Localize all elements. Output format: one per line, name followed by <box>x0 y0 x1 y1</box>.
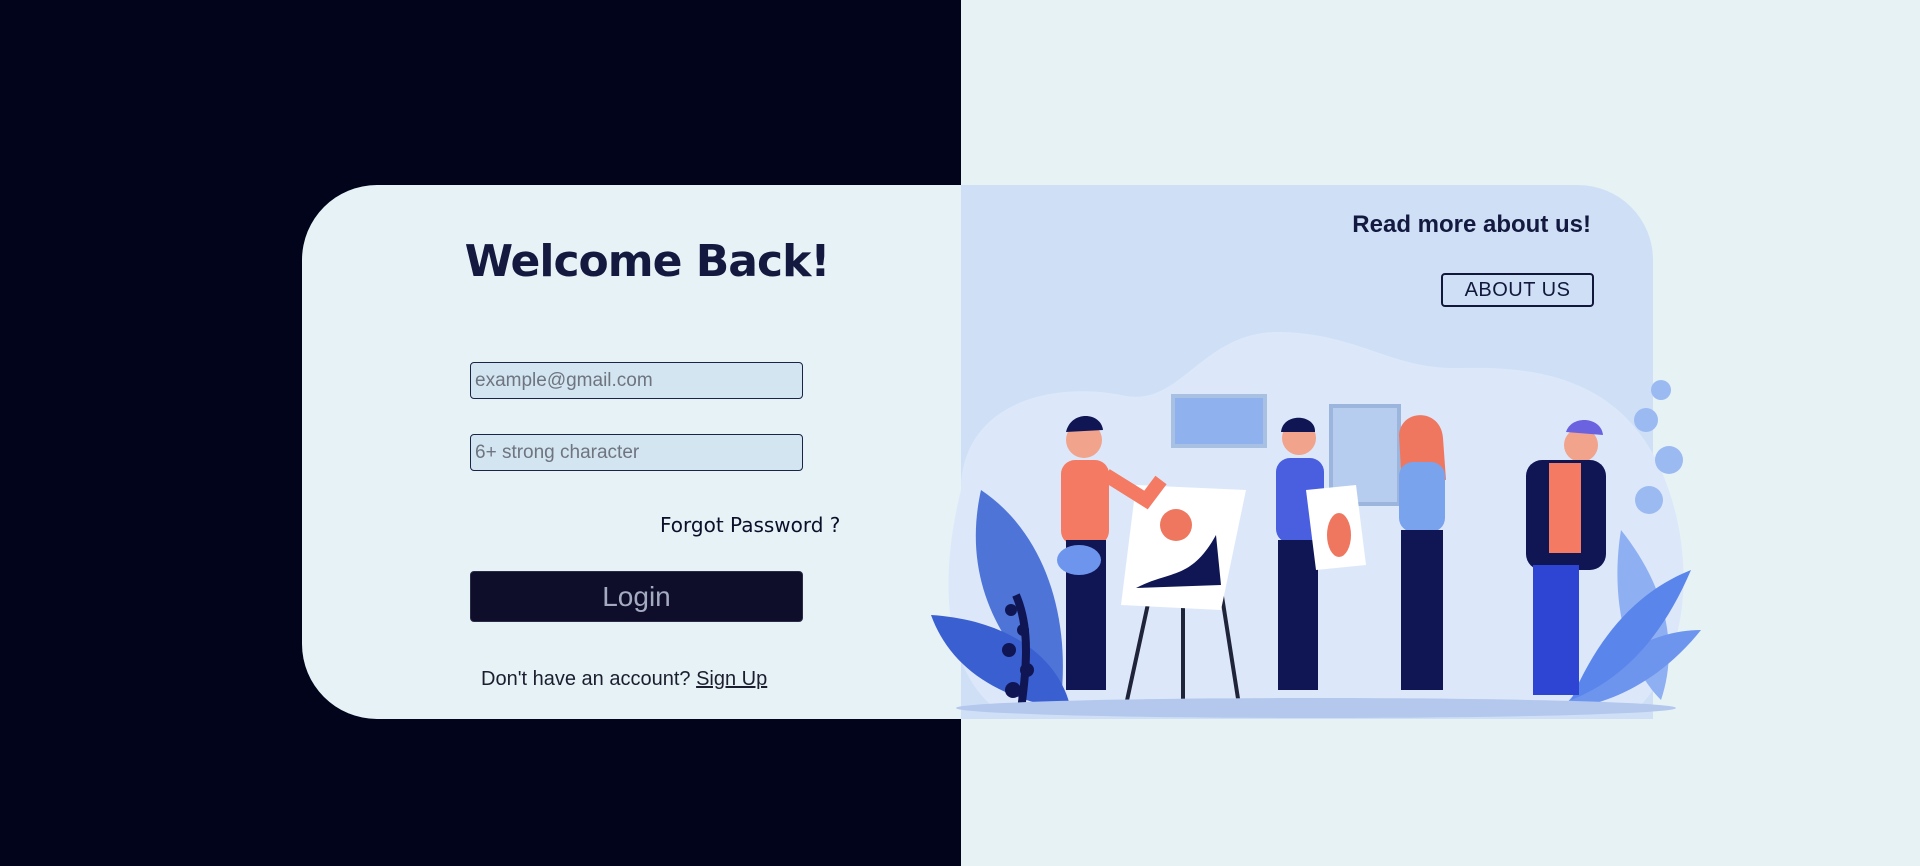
leaf-icon <box>1655 446 1683 474</box>
woman-legs-icon <box>1401 530 1443 690</box>
signup-prompt: Don't have an account? <box>481 668 691 690</box>
berry-icon <box>1005 682 1021 698</box>
email-input[interactable] <box>470 362 803 399</box>
berry-icon <box>1005 604 1017 616</box>
people-painting-illustration <box>931 331 1701 718</box>
canvas-paint-icon <box>1160 509 1192 541</box>
about-us-button[interactable]: ABOUT US <box>1441 273 1594 307</box>
person-legs-icon <box>1278 540 1318 690</box>
painter-shirt-icon <box>1061 460 1109 545</box>
about-heading: Read more about us! <box>1352 211 1591 238</box>
leaf-icon <box>1651 380 1671 400</box>
man-legs-icon <box>1533 565 1579 695</box>
forgot-password-link[interactable]: Forgot Password ? <box>660 513 840 537</box>
man-shirt-icon <box>1549 463 1581 553</box>
signup-row: Don't have an account? Sign Up <box>481 668 767 691</box>
login-button[interactable]: Login <box>470 571 803 622</box>
berry-icon <box>1017 624 1029 636</box>
berry-icon <box>1002 643 1016 657</box>
signup-link[interactable]: Sign Up <box>696 668 767 690</box>
woman-shirt-icon <box>1399 462 1445 532</box>
leaf-icon <box>1635 486 1663 514</box>
wall-frame-icon <box>1171 394 1267 448</box>
canvas-paint-icon <box>1327 513 1351 557</box>
page-title: Welcome Back! <box>464 236 831 287</box>
ground-shadow <box>956 698 1676 718</box>
password-input[interactable] <box>470 434 803 471</box>
berry-icon <box>1020 663 1034 677</box>
palette-icon <box>1057 545 1101 575</box>
leaf-icon <box>1634 408 1658 432</box>
